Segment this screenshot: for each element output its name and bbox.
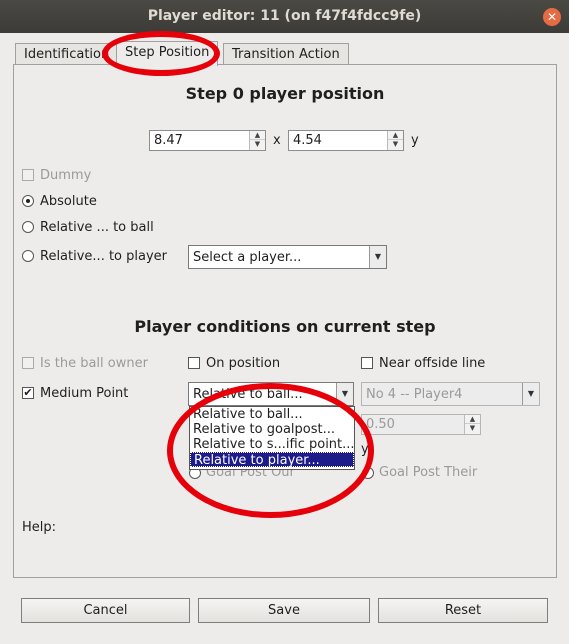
- ball-owner-checkbox[interactable]: [22, 357, 34, 369]
- dummy-checkbox[interactable]: [22, 169, 34, 181]
- relative-ball-label: Relative ... to ball: [40, 220, 154, 235]
- y-position-spinbox[interactable]: 4.54 ▲ ▼: [288, 130, 404, 151]
- dummy-label: Dummy: [40, 168, 92, 183]
- absolute-radio[interactable]: [22, 195, 34, 207]
- goal-post-their-radio[interactable]: [362, 467, 374, 479]
- condition-value-spinbox[interactable]: 0.50 ▲ ▼: [361, 414, 481, 435]
- on-position-checkbox[interactable]: [188, 357, 200, 369]
- save-button[interactable]: Save: [198, 598, 370, 623]
- tab-identification[interactable]: Identification: [15, 43, 119, 65]
- step-heading: Step 0 player position: [185, 84, 385, 103]
- reset-button[interactable]: Reset: [378, 598, 548, 623]
- close-icon[interactable]: ✕: [543, 8, 561, 26]
- x-label: x: [273, 133, 281, 148]
- near-offside-checkbox[interactable]: [361, 357, 373, 369]
- player-select-value: Select a player...: [193, 250, 302, 265]
- chevron-down-icon[interactable]: ▼: [522, 383, 539, 405]
- condition-y-label: y: [361, 442, 369, 457]
- x-position-spinbox[interactable]: 8.47 ▲ ▼: [149, 130, 266, 151]
- relative-ball-radio[interactable]: [22, 221, 34, 233]
- medium-point-checkbox[interactable]: ✔: [22, 387, 34, 399]
- tab-transition-action[interactable]: Transition Action: [223, 43, 349, 65]
- dropdown-item-specific-point[interactable]: Relative to s...ific point...: [190, 437, 355, 452]
- window-title: Player editor: 11 (on f47f4fdcc9fe): [147, 8, 422, 24]
- goal-post-their-label: Goal Post Their: [379, 465, 478, 480]
- spin-down-icon[interactable]: ▼: [250, 140, 265, 149]
- ball-owner-label: Is the ball owner: [40, 356, 148, 371]
- relative-dropdown-list: Relative to ball... Relative to goalpost…: [189, 406, 355, 470]
- player-select-combo[interactable]: Select a player... ▼: [188, 245, 387, 269]
- player-condition-combo[interactable]: No 4 -- Player4 ▼: [361, 382, 540, 406]
- condition-value: 0.50: [366, 417, 395, 432]
- spin-down-icon[interactable]: ▼: [465, 424, 480, 433]
- window-titlebar: Player editor: 11 (on f47f4fdcc9fe) ✕: [0, 0, 569, 33]
- spin-up-icon[interactable]: ▲: [250, 131, 265, 140]
- help-label: Help:: [22, 520, 57, 535]
- relative-combo[interactable]: Relative to ball... ▼: [188, 382, 354, 406]
- relative-combo-value: Relative to ball...: [193, 387, 303, 402]
- chevron-down-icon[interactable]: ▼: [369, 246, 386, 268]
- relative-player-radio[interactable]: [22, 250, 34, 262]
- dropdown-item-player[interactable]: Relative to player...: [190, 452, 354, 468]
- chevron-down-icon[interactable]: ▼: [336, 383, 353, 405]
- player-condition-value: No 4 -- Player4: [366, 387, 463, 402]
- spin-up-icon[interactable]: ▲: [388, 131, 403, 140]
- medium-point-label: Medium Point: [40, 386, 129, 401]
- relative-player-label: Relative... to player: [40, 249, 168, 264]
- spin-up-icon[interactable]: ▲: [465, 415, 480, 424]
- dropdown-item-ball[interactable]: Relative to ball...: [190, 407, 354, 422]
- tab-step-position[interactable]: Step Position: [116, 41, 219, 66]
- spin-down-icon[interactable]: ▼: [388, 140, 403, 149]
- x-position-value: 8.47: [154, 133, 183, 148]
- dropdown-item-goalpost[interactable]: Relative to goalpost...: [190, 422, 354, 437]
- near-offside-label: Near offside line: [379, 356, 486, 371]
- cancel-button[interactable]: Cancel: [21, 598, 190, 623]
- conditions-heading: Player conditions on current step: [134, 317, 436, 336]
- y-label: y: [411, 133, 419, 148]
- on-position-label: On position: [206, 356, 281, 371]
- absolute-label: Absolute: [40, 194, 97, 209]
- y-position-value: 4.54: [293, 133, 322, 148]
